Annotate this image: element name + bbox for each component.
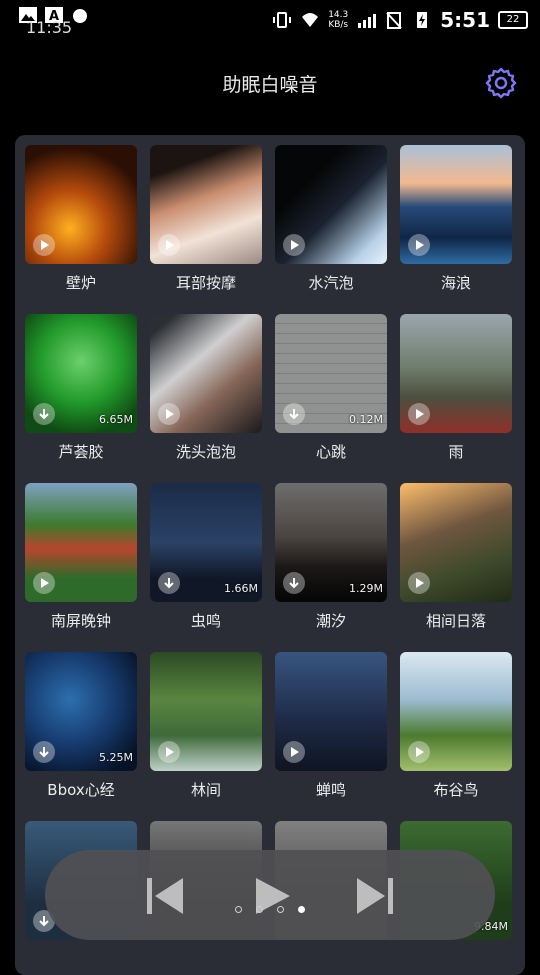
sound-tile[interactable]: 相间日落 [400,483,512,630]
page-dot[interactable] [298,906,305,913]
file-size: 5.25M [99,751,133,764]
file-size: 1.66M [224,582,258,595]
page-indicator [45,906,495,913]
sound-label: 林间 [190,781,221,799]
play-icon[interactable] [158,403,180,425]
play-icon[interactable] [283,741,305,763]
play-icon[interactable] [33,572,55,594]
page-dot[interactable] [235,906,242,913]
sound-tile[interactable]: 蝉鸣 [275,652,387,799]
play-icon[interactable] [408,403,430,425]
status-right-icons: 14.3 KB/s 5:51 22 [272,8,528,32]
net-speed-value: 14.3 [328,10,349,20]
status-time-left: 11:35 [26,18,73,37]
wifi-icon [302,13,319,27]
download-icon[interactable] [33,741,55,763]
play-icon[interactable] [158,741,180,763]
download-icon[interactable] [33,403,55,425]
sound-label: 壁炉 [65,274,96,292]
no-sim-icon [386,12,402,29]
battery-icon: 22 [498,11,528,29]
file-size: 1.29M [349,582,383,595]
sound-tile[interactable]: 水汽泡 [275,145,387,292]
sound-tile[interactable]: 1.29M 潮汐 [275,483,387,630]
file-size: 0.12M [349,413,383,426]
sound-tile[interactable]: 布谷鸟 [400,652,512,799]
sound-label: 心跳 [315,443,346,461]
net-speed: 14.3 KB/s [328,10,348,30]
play-icon[interactable] [408,234,430,256]
sound-label: 相间日落 [425,612,486,630]
sound-tile[interactable]: 耳部按摩 [150,145,262,292]
gear-icon[interactable] [484,66,518,100]
sound-tile[interactable]: 林间 [150,652,262,799]
sound-tile[interactable]: 南屏晚钟 [25,483,137,630]
status-time: 5:51 [440,8,490,32]
page-title: 助眠白噪音 [222,74,318,96]
sound-panel: 壁炉 耳部按摩 水汽泡 海浪 6.65M 芦荟胶 洗头泡泡 0.12M 心跳 雨南屏晚钟 1.66M… [15,135,525,975]
signal-icon [358,14,377,28]
sound-label: 水汽泡 [308,274,354,292]
play-icon[interactable] [408,572,430,594]
play-icon[interactable] [33,234,55,256]
notification-badge-icon [73,9,87,23]
vibrate-icon [273,12,292,28]
sound-tile[interactable]: 0.12M 心跳 [275,314,387,461]
sound-label: 雨 [448,443,464,461]
charging-icon [417,12,428,28]
sound-tile[interactable]: 雨 [400,314,512,461]
sound-tile[interactable]: 1.66M 虫鸣 [150,483,262,630]
play-icon[interactable] [158,234,180,256]
sound-tile[interactable]: 6.65M 芦荟胶 [25,314,137,461]
sound-label: 虫鸣 [190,612,221,630]
sound-tile[interactable]: 海浪 [400,145,512,292]
sound-label: 布谷鸟 [433,781,479,799]
play-icon[interactable] [408,741,430,763]
sound-label: 芦荟胶 [58,443,104,461]
sound-label: Bbox心经 [47,781,115,799]
sound-tile[interactable]: 壁炉 [25,145,137,292]
download-icon[interactable] [158,572,180,594]
sound-label: 潮汐 [315,612,346,630]
sound-label: 耳部按摩 [175,274,236,292]
sound-label: 洗头泡泡 [175,443,236,461]
play-icon[interactable] [283,234,305,256]
file-size: 6.65M [99,413,133,426]
sound-label: 海浪 [440,274,471,292]
sound-label: 蝉鸣 [315,781,346,799]
player-bar [45,850,495,940]
sound-tile[interactable]: 5.25M Bbox心经 [25,652,137,799]
sound-label: 南屏晚钟 [50,612,111,630]
sound-tile[interactable]: 洗头泡泡 [150,314,262,461]
status-bar: A 11:35 14.3 KB/s 5:51 22 [0,0,540,37]
net-speed-unit: KB/s [328,20,349,30]
sound-grid: 壁炉 耳部按摩 水汽泡 海浪 6.65M 芦荟胶 洗头泡泡 0.12M 心跳 雨南屏晚钟 1.66M… [25,145,512,940]
download-icon[interactable] [283,403,305,425]
download-icon[interactable] [283,572,305,594]
page-dot[interactable] [256,906,263,913]
page-dot[interactable] [277,906,284,913]
